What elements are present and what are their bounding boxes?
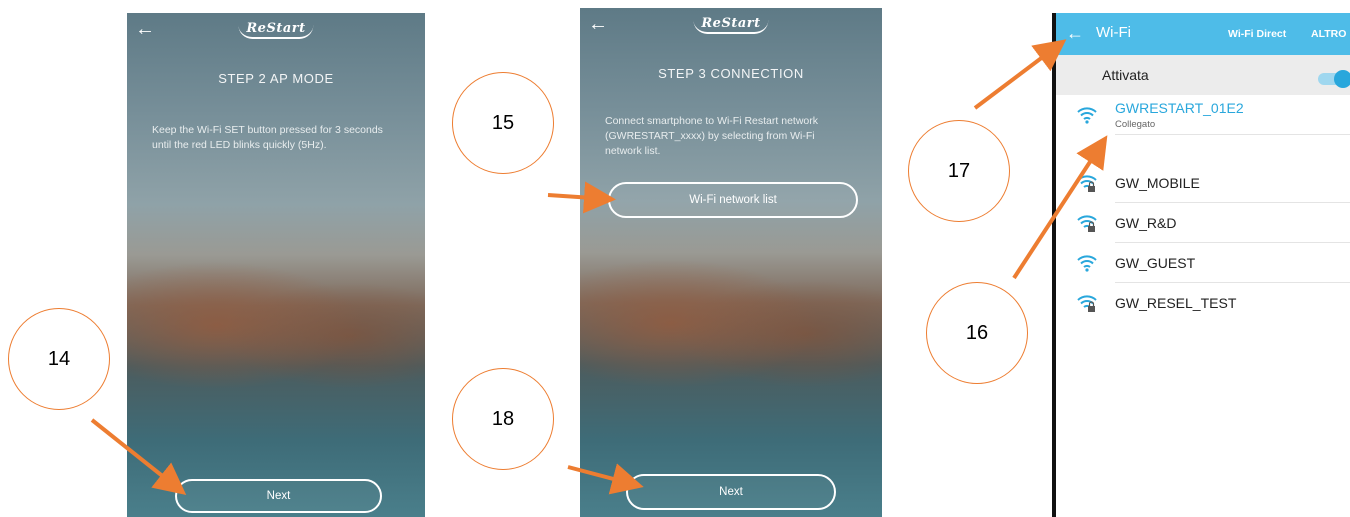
arrow-16: [1012, 135, 1108, 280]
callout-arrows: [90, 39, 1108, 495]
arrow-14: [90, 418, 187, 495]
arrow-17: [973, 39, 1067, 110]
arrow-15: [547, 181, 616, 214]
arrow-18: [567, 463, 644, 495]
